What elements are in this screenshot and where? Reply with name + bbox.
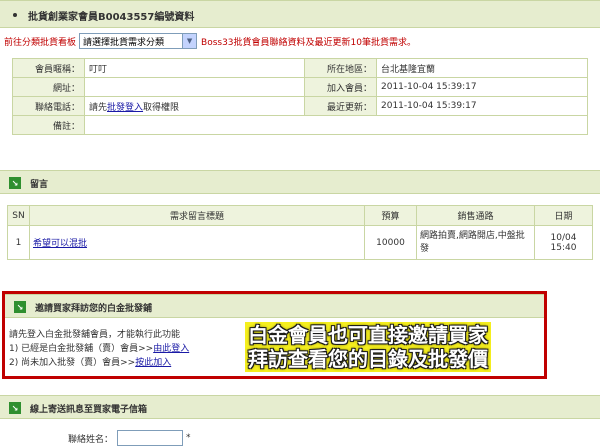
updated-value: 2011-10-04 15:39:17 bbox=[376, 96, 588, 116]
row-title-link[interactable]: 希望可以混批 bbox=[33, 239, 87, 249]
invite-section-title: 邀請買家拜訪您的白金批發鋪 bbox=[35, 304, 153, 314]
joined-value: 2011-10-04 15:39:17 bbox=[376, 77, 588, 97]
joined-label: 加入會員： bbox=[304, 77, 377, 97]
col-date: 日期 bbox=[534, 205, 593, 226]
name-value: 叮叮 bbox=[84, 58, 305, 78]
contact-name-row: 聯絡姓名： * bbox=[68, 430, 191, 446]
note-value bbox=[84, 115, 588, 135]
col-channel: 銷售通路 bbox=[416, 205, 535, 226]
section-arrow-icon: ↘ bbox=[14, 301, 26, 313]
messages-table: SN 需求留言標題 預算 銷售通路 日期 1 希望可以混批 10000 網路拍賣… bbox=[7, 205, 593, 260]
invite-instructions: 請先登入白金批發舖會員，才能執行此功能 1) 已經是白金批發舖（賣）會員>>由此… bbox=[9, 328, 189, 370]
invite-line-2-prefix: 1) 已經是白金批發舖（賣）會員>> bbox=[9, 344, 154, 354]
mail-section-header: ↘ 線上寄送訊息至買家電子信箱 bbox=[0, 395, 600, 419]
required-mark: * bbox=[186, 433, 191, 443]
messages-section-title: 留言 bbox=[30, 180, 49, 190]
promo-line-1: 白金會員也可直接邀請買家 bbox=[248, 323, 488, 347]
join-here-link[interactable]: 按此加入 bbox=[135, 358, 171, 368]
url-value bbox=[84, 77, 305, 97]
login-here-link[interactable]: 由此登入 bbox=[153, 344, 189, 354]
phone-prefix: 請先 bbox=[89, 102, 108, 113]
mail-section-title: 線上寄送訊息至買家電子信箱 bbox=[30, 405, 148, 415]
invite-line-1: 請先登入白金批發舖會員，才能執行此功能 bbox=[9, 330, 181, 340]
section-arrow-icon: ↘ bbox=[9, 402, 21, 414]
table-row: 1 希望可以混批 10000 網路拍賣,網路開店,中盤批發 10/04 15:4… bbox=[7, 225, 593, 260]
row-budget: 10000 bbox=[364, 225, 417, 260]
category-select[interactable]: 請選擇批貨需求分類 ▼ bbox=[79, 33, 198, 49]
phone-suffix: 取得權限 bbox=[143, 102, 180, 113]
promo-callout: 白金會員也可直接邀請買家 拜訪查看您的目錄及批發價 bbox=[245, 322, 491, 372]
filter-label: 前往分類批貨看板 bbox=[4, 37, 77, 48]
row-title-cell: 希望可以混批 bbox=[29, 225, 365, 260]
row-date: 10/04 15:40 bbox=[534, 225, 593, 260]
phone-value: 請先批發登入取得權限 bbox=[84, 96, 305, 116]
updated-label: 最近更新： bbox=[304, 96, 377, 116]
invite-line-3: 2) 尚未加入批發（賣）會員>>按此加入 bbox=[9, 356, 189, 370]
note-label: 備註： bbox=[12, 115, 85, 135]
url-label: 網址： bbox=[12, 77, 85, 97]
filter-note: Boss33批貨會員聯絡資料及最近更新10筆批貨需求。 bbox=[201, 37, 416, 48]
page-title: 批貨創業家會員B0043557編號資料 bbox=[28, 12, 195, 23]
row-sn: 1 bbox=[7, 225, 30, 260]
member-info-table: 會員暱稱： 叮叮 所在地區： 台北基隆宜蘭 網址： 加入會員： 2011-10-… bbox=[12, 58, 588, 135]
contact-name-input[interactable] bbox=[117, 430, 184, 446]
invite-line-3-prefix: 2) 尚未加入批發（賣）會員>> bbox=[9, 358, 136, 368]
region-label: 所在地區： bbox=[304, 58, 377, 78]
section-arrow-icon: ↘ bbox=[9, 177, 21, 189]
wholesale-login-link[interactable]: 批發登入 bbox=[107, 103, 143, 113]
phone-label: 聯絡電話： bbox=[12, 96, 85, 116]
page-header: 批貨創業家會員B0043557編號資料 bbox=[0, 0, 600, 28]
row-channel: 網路拍賣,網路開店,中盤批發 bbox=[416, 225, 535, 260]
col-sn: SN bbox=[7, 205, 30, 226]
category-filter: 前往分類批貨看板 請選擇批貨需求分類 ▼ Boss33批貨會員聯絡資料及最近更新… bbox=[4, 32, 416, 50]
invite-section-header: ↘ 邀請買家拜訪您的白金批發鋪 bbox=[5, 294, 544, 318]
region-value: 台北基隆宜蘭 bbox=[376, 58, 588, 78]
col-title: 需求留言標題 bbox=[29, 205, 365, 226]
messages-section-header: ↘ 留言 bbox=[0, 170, 600, 194]
promo-line-2: 拜訪查看您的目錄及批發價 bbox=[248, 347, 488, 371]
chevron-down-icon[interactable]: ▼ bbox=[182, 34, 197, 48]
invite-line-2: 1) 已經是白金批發舖（賣）會員>>由此登入 bbox=[9, 342, 189, 356]
name-label: 會員暱稱： bbox=[12, 58, 85, 78]
invite-panel: ↘ 邀請買家拜訪您的白金批發鋪 請先登入白金批發舖會員，才能執行此功能 1) 已… bbox=[2, 291, 547, 379]
col-budget: 預算 bbox=[364, 205, 417, 226]
contact-name-label: 聯絡姓名： bbox=[68, 434, 114, 445]
bullet-icon bbox=[13, 13, 17, 17]
category-select-value: 請選擇批貨需求分類 bbox=[83, 37, 165, 48]
